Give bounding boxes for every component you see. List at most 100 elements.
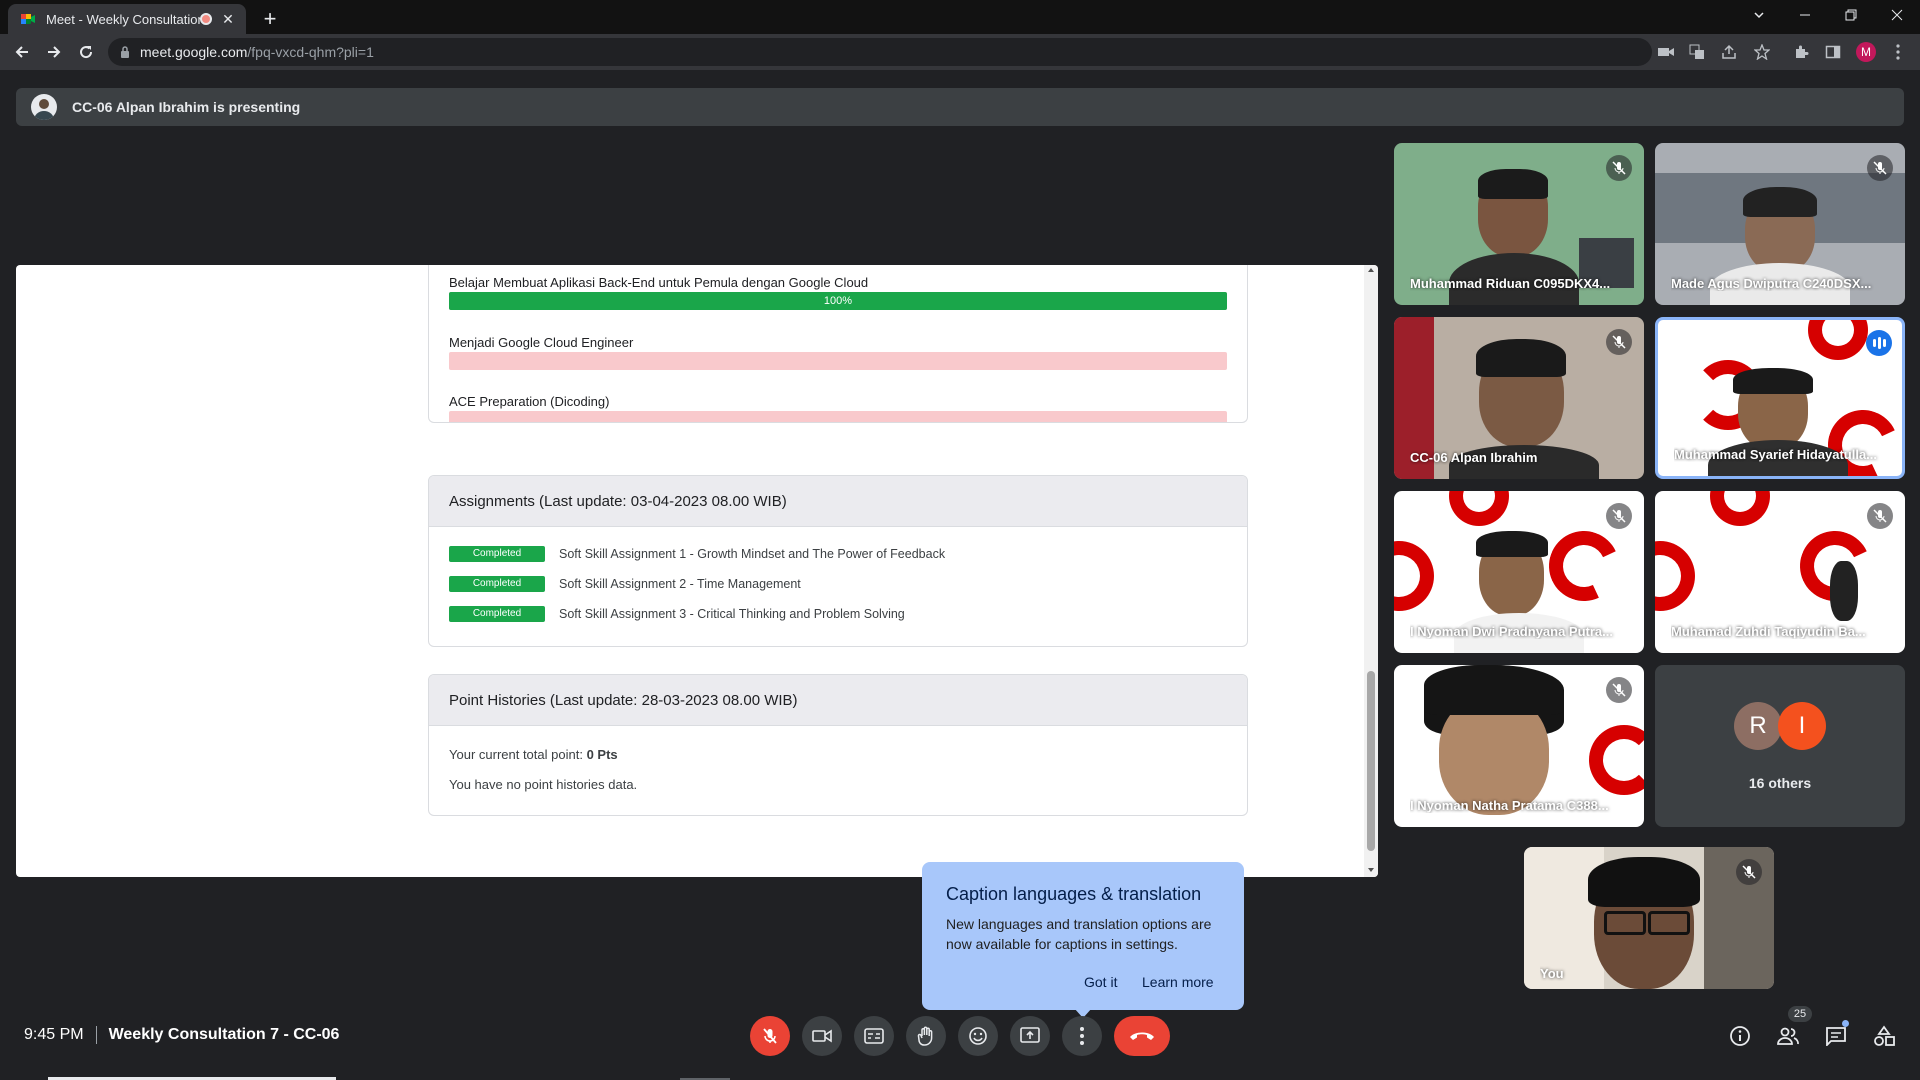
course-progress-card: Belajar Membuat Aplikasi Back-End untuk … (428, 265, 1248, 423)
present-now-button[interactable] (1010, 1016, 1050, 1056)
mic-toggle-button[interactable] (750, 1016, 790, 1056)
participant-tile[interactable]: Muhammad Riduan C095DKX4... (1394, 143, 1644, 305)
course-name: ACE Preparation (Dicoding) (449, 394, 610, 409)
presenter-avatar (31, 94, 57, 120)
scroll-thumb[interactable] (1367, 671, 1375, 851)
participant-tile[interactable]: Muhamad Zuhdi Taqiyudin Ba... (1655, 491, 1905, 653)
tab-search-icon[interactable] (1736, 0, 1782, 30)
others-label: 16 others (1748, 775, 1812, 791)
participant-tile[interactable]: I Nyoman Natha Pratama C388... (1394, 665, 1644, 827)
profile-avatar[interactable]: M (1856, 42, 1876, 62)
participant-name: CC-06 Alpan Ibrahim (1410, 450, 1538, 465)
participant-tile[interactable]: I Nyoman Dwi Pradnyana Putra... (1394, 491, 1644, 653)
browser-toolbar: meet.google.com/fpq-vxcd-qhm?pli=1 M (0, 34, 1920, 70)
url-path: /fpq-vxcd-qhm?pli=1 (247, 44, 374, 60)
speaking-indicator-icon (1866, 330, 1892, 356)
popup-body: New languages and translation options ar… (946, 916, 1212, 952)
participant-name: Muhammad Syarief Hidayatulla... (1674, 447, 1878, 462)
camera-in-use-icon[interactable] (1656, 42, 1676, 62)
course-name: Menjadi Google Cloud Engineer (449, 335, 634, 350)
learn-more-button[interactable]: Learn more (1142, 974, 1214, 990)
assignments-card: Assignments (Last update: 03-04-2023 08.… (428, 475, 1248, 647)
meeting-title: Weekly Consultation 7 - CC-06 (108, 1026, 340, 1043)
share-icon[interactable] (1719, 42, 1739, 62)
activities-icon[interactable] (1872, 1024, 1896, 1048)
url-host: meet.google.com (140, 44, 248, 60)
course-name: Belajar Membuat Aplikasi Back-End untuk … (449, 275, 869, 290)
status-badge: Completed (449, 606, 545, 622)
participant-tile[interactable]: CC-06 Alpan Ibrahim (1394, 317, 1644, 479)
total-point-value: 0 Pts (586, 747, 618, 762)
others-tile[interactable]: R I 16 others (1655, 665, 1905, 827)
total-point-line: Your current total point: 0 Pts (449, 747, 618, 762)
chat-icon[interactable] (1824, 1024, 1848, 1048)
hand-icon (917, 1026, 933, 1046)
chat-notification-dot (1842, 1020, 1849, 1027)
address-bar[interactable]: meet.google.com/fpq-vxcd-qhm?pli=1 (108, 38, 1652, 66)
self-name: You (1540, 966, 1564, 981)
back-icon[interactable] (10, 40, 34, 64)
present-screen-icon (1020, 1027, 1040, 1043)
more-options-button[interactable] (1062, 1016, 1102, 1056)
tab-close-icon[interactable]: ✕ (220, 11, 236, 27)
mic-off-icon (1736, 859, 1762, 885)
camera-toggle-button[interactable] (802, 1016, 842, 1056)
restore-button[interactable] (1828, 0, 1874, 30)
course-progress-bar (449, 352, 1227, 370)
minimize-button[interactable] (1782, 0, 1828, 30)
others-avatar: R (1734, 702, 1782, 750)
participant-tile-active-speaker[interactable]: Muhammad Syarief Hidayatulla... (1655, 317, 1905, 479)
bookmark-star-icon[interactable] (1752, 42, 1772, 62)
mic-off-icon (1867, 503, 1893, 529)
mic-off-icon (1867, 155, 1893, 181)
extensions-icon[interactable] (1791, 42, 1811, 62)
forward-icon[interactable] (42, 40, 66, 64)
status-badge: Completed (449, 546, 545, 562)
people-icon[interactable] (1776, 1024, 1800, 1048)
assignment-title: Soft Skill Assignment 3 - Critical Think… (559, 607, 905, 621)
participant-name: Made Agus Dwiputra C240DSX... (1671, 276, 1872, 291)
emoji-icon (969, 1027, 987, 1045)
shared-screen: Belajar Membuat Aplikasi Back-End untuk … (16, 265, 1378, 877)
more-vert-icon (1080, 1027, 1084, 1045)
raise-hand-button[interactable] (906, 1016, 946, 1056)
mic-off-icon (1606, 155, 1632, 181)
meeting-details-icon[interactable] (1728, 1024, 1752, 1048)
presenting-text: CC-06 Alpan Ibrahim is presenting (72, 99, 301, 115)
meet-favicon-icon (21, 14, 35, 24)
captions-button[interactable] (854, 1016, 894, 1056)
assignment-title: Soft Skill Assignment 1 - Growth Mindset… (559, 547, 946, 561)
window-close-button[interactable] (1874, 0, 1920, 30)
course-progress-bar (449, 411, 1227, 422)
end-call-icon (1130, 1032, 1154, 1040)
translate-icon[interactable] (1687, 42, 1707, 62)
point-histories-card: Point Histories (Last update: 28-03-2023… (428, 674, 1248, 816)
reload-icon[interactable] (74, 40, 98, 64)
side-panel-icon[interactable] (1823, 42, 1843, 62)
tab-title: Meet - Weekly Consultation (46, 11, 200, 27)
recording-indicator-icon (200, 13, 212, 25)
popup-title: Caption languages & translation (946, 884, 1202, 904)
camera-icon (812, 1029, 832, 1043)
new-tab-button[interactable]: + (258, 8, 282, 32)
point-histories-header: Point Histories (Last update: 28-03-2023… (429, 675, 1247, 726)
scroll-down-icon[interactable] (1364, 865, 1378, 875)
meeting-info: 9:45 PM Weekly Consultation 7 - CC-06 (24, 1026, 339, 1044)
presenting-banner: CC-06 Alpan Ibrahim is presenting (16, 88, 1904, 126)
scrollbar[interactable] (1364, 265, 1378, 877)
chrome-menu-icon[interactable] (1888, 42, 1908, 62)
assignment-row: Completed Soft Skill Assignment 2 - Time… (449, 576, 801, 592)
leave-call-button[interactable] (1114, 1016, 1170, 1056)
browser-tab-meet[interactable]: Meet - Weekly Consultation ✕ (8, 4, 246, 34)
self-view-tile[interactable]: You (1524, 847, 1774, 989)
assignment-row: Completed Soft Skill Assignment 3 - Crit… (449, 606, 905, 622)
mic-off-icon (1606, 503, 1632, 529)
participant-tile[interactable]: Made Agus Dwiputra C240DSX... (1655, 143, 1905, 305)
scroll-up-icon[interactable] (1364, 265, 1378, 275)
participant-name: I Nyoman Natha Pratama C388... (1410, 798, 1609, 813)
got-it-button[interactable]: Got it (1084, 974, 1117, 990)
mic-off-icon (1606, 677, 1632, 703)
reactions-button[interactable] (958, 1016, 998, 1056)
mic-off-icon (763, 1028, 777, 1044)
progress-fill: 100% (449, 292, 1227, 310)
